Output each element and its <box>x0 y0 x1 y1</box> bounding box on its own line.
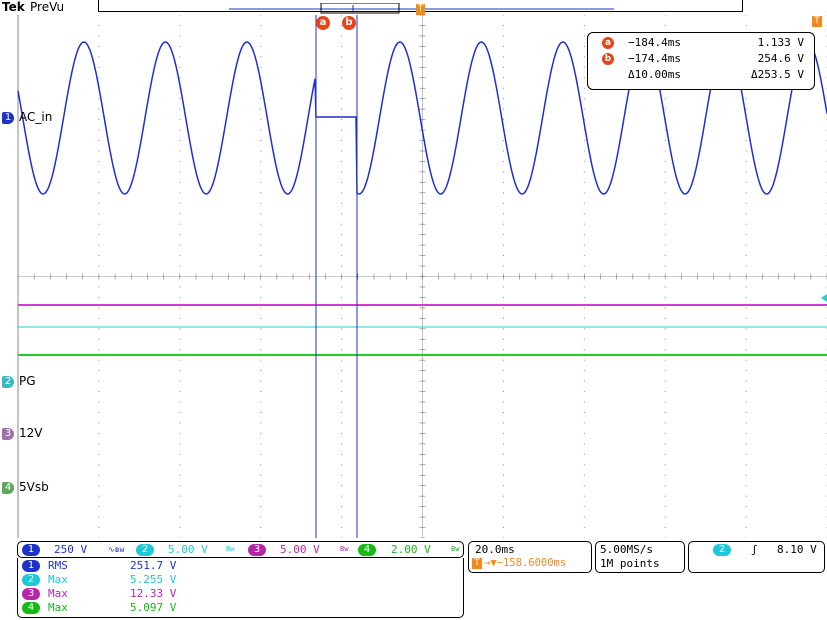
waveform-graticule[interactable] <box>0 15 827 538</box>
meas-ch4-pill: 4 <box>22 602 40 614</box>
meas-ch3-value: 12.33 V <box>130 587 177 600</box>
ch1-label: AC_in <box>19 110 53 124</box>
timebase-panel[interactable]: 20.0ms T →▼−158.6000ms <box>468 541 592 573</box>
meas-ch3-pill: 3 <box>22 588 40 600</box>
trigger-position-marker-icon: T <box>416 4 425 15</box>
meas-ch2-pill: 2 <box>22 574 40 586</box>
ch3-ground-marker[interactable]: 3 <box>2 428 14 440</box>
cursor-b-tag[interactable]: b <box>342 16 356 30</box>
sample-rate: 5.00MS/s <box>600 543 653 556</box>
ch3-scale-pill[interactable]: 3 <box>248 544 266 556</box>
ch4-bw-icon: Bw <box>451 545 460 553</box>
meas-ch2-value: 5.255 V <box>130 573 177 586</box>
meas-ch1-pill: 1 <box>22 560 40 572</box>
readout-cursor-a-icon: a <box>602 37 614 49</box>
acquisition-panel[interactable]: 5.00MS/s 1M points <box>595 541 685 573</box>
ch2-bw-icon: Bw <box>226 545 235 553</box>
readout-cursor-b-icon: b <box>602 53 614 65</box>
cursor-b-time: −174.4ms <box>628 52 681 65</box>
measurement-row[interactable]: 1 RMS 251.7 V <box>22 559 462 573</box>
meas-ch4-value: 5.097 V <box>130 601 177 614</box>
cursor-delta-value: Δ253.5 V <box>751 68 804 81</box>
meas-ch1-value: 251.7 V <box>130 559 177 572</box>
ch3-label: 12V <box>19 426 43 440</box>
trigger-level[interactable]: 8.10 V <box>777 543 817 556</box>
trigger-level-marker-icon: T <box>812 16 822 27</box>
ch1-scale[interactable]: 250 V <box>54 543 87 556</box>
cursor-a-time: −184.4ms <box>628 36 681 49</box>
brand-label: Tek <box>2 0 25 14</box>
ch4-scale[interactable]: 2.00 V <box>391 543 431 556</box>
time-per-div[interactable]: 20.0ms <box>475 543 515 556</box>
cursor-a-value: 1.133 V <box>757 36 804 49</box>
channel-scale-bar[interactable]: 1 250 V ∿ʙw 2 5.00 V Bw 3 5.00 V Bw 4 2.… <box>17 541 464 558</box>
cursor-delta-time: Δ10.00ms <box>628 68 681 81</box>
meas-ch4-name: Max <box>48 601 68 614</box>
measurements-panel: 1 RMS 251.7 V 2 Max 5.255 V 3 Max 12.33 … <box>17 558 464 618</box>
ch3-scale[interactable]: 5.00 V <box>280 543 320 556</box>
ch1-scale-pill[interactable]: 1 <box>22 544 40 556</box>
meas-ch3-name: Max <box>48 587 68 600</box>
ch4-ground-marker[interactable]: 4 <box>2 482 14 494</box>
acquisition-mode-label: PreVu <box>30 0 65 14</box>
trigger-source-pill[interactable]: 2 <box>713 544 731 556</box>
top-status-bar: Tek PreVu <box>0 0 827 15</box>
ch2-offset-arrow-icon <box>821 294 827 302</box>
ch4-label: 5Vsb <box>19 480 49 494</box>
ch4-scale-pill[interactable]: 4 <box>358 544 376 556</box>
cursor-b-value: 254.6 V <box>757 52 804 65</box>
ch2-label: PG <box>19 374 36 388</box>
meas-ch1-name: RMS <box>48 559 68 572</box>
measurement-row[interactable]: 2 Max 5.255 V <box>22 573 462 587</box>
ch1-coupling-icon: ∿ʙw <box>108 545 125 554</box>
trigger-position-icon: T <box>472 558 482 569</box>
trigger-panel[interactable]: 2 ʃ 8.10 V <box>688 541 825 573</box>
trigger-slope-icon[interactable]: ʃ <box>751 543 758 556</box>
ch2-scale[interactable]: 5.00 V <box>168 543 208 556</box>
cursor-a-tag[interactable]: a <box>316 16 330 30</box>
ch1-ground-marker[interactable]: 1 <box>2 112 14 124</box>
record-length: 1M points <box>600 557 660 570</box>
measurement-row[interactable]: 4 Max 5.097 V <box>22 601 462 615</box>
meas-ch2-name: Max <box>48 573 68 586</box>
trigger-position-readout[interactable]: →▼−158.6000ms <box>484 557 589 569</box>
ch3-bw-icon: Bw <box>340 545 349 553</box>
measurement-row[interactable]: 3 Max 12.33 V <box>22 587 462 601</box>
ch2-ground-marker[interactable]: 2 <box>2 376 14 388</box>
cursor-readout-panel: a −184.4ms 1.133 V b −174.4ms 254.6 V Δ1… <box>587 32 815 90</box>
ch2-scale-pill[interactable]: 2 <box>136 544 154 556</box>
graticule-grid <box>17 15 827 538</box>
